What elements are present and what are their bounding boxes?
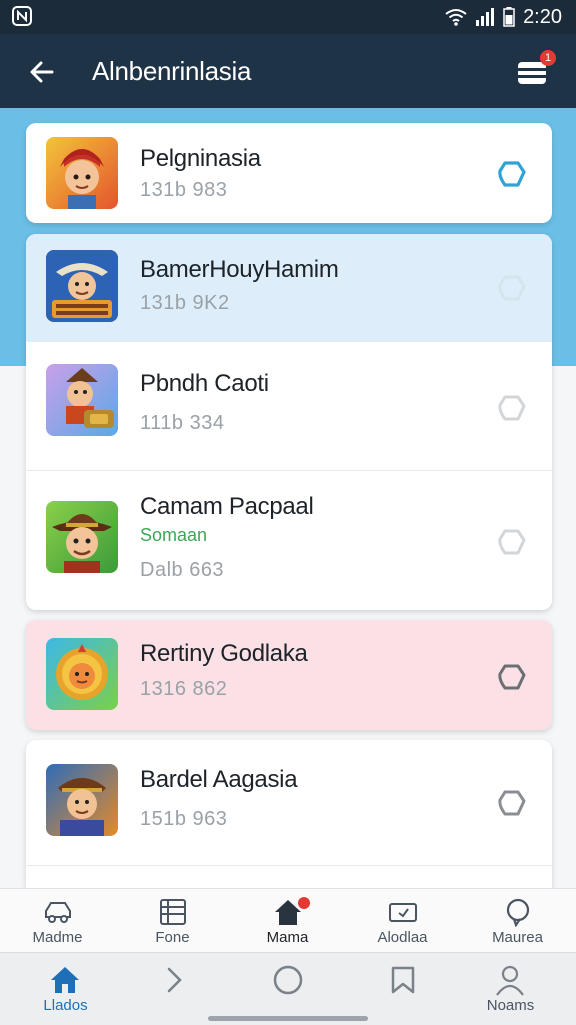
- item-subtitle: 131b 9K2: [140, 292, 230, 314]
- back-arrow-icon[interactable]: [24, 54, 60, 90]
- game-thumbnail: [46, 364, 118, 436]
- status-bar: 2:20: [0, 0, 576, 34]
- item-subtitle: 111b 334: [140, 412, 225, 434]
- notification-badge: 1: [540, 50, 556, 66]
- item-subtitle: 1316 862: [140, 678, 228, 700]
- nav-profile[interactable]: Noams: [453, 953, 568, 1025]
- list-item[interactable]: Pbndh Caoti 111b 334: [26, 342, 552, 470]
- tab-label: Maurea: [492, 929, 543, 946]
- app-bar: Alnbenrinlasia 1: [0, 34, 576, 108]
- tab-madme[interactable]: Madme: [0, 889, 115, 953]
- nfc-icon: [12, 6, 32, 26]
- adventurer-icon: [66, 368, 114, 428]
- list-item[interactable]: BamerHouyHamim 131b 9K2: [26, 234, 552, 342]
- car-icon: [45, 902, 71, 923]
- list-group: BamerHouyHamim 131b 9K2 Pbndh Caoti 111b…: [26, 234, 552, 610]
- nav-label: Noams: [486, 997, 535, 1014]
- notification-dot: [298, 897, 310, 909]
- chevron-right-icon: [167, 967, 182, 993]
- wifi-icon: [445, 9, 467, 26]
- chat-icon: [506, 898, 530, 927]
- nav-forward[interactable]: [117, 953, 232, 1025]
- game-thumbnail: [46, 638, 118, 710]
- bookmark-icon: [391, 966, 415, 994]
- list-icon: [160, 899, 186, 925]
- warrior-face-icon: [60, 149, 104, 209]
- nav-label: Llados: [43, 997, 88, 1014]
- list-item[interactable]: Camam Pacpaal Somaan Dalb 663: [26, 471, 552, 610]
- person-icon: [496, 965, 524, 996]
- item-title: Pelgninasia: [140, 145, 261, 172]
- nav-home-circle[interactable]: [231, 953, 346, 1025]
- tab-alodlaa[interactable]: Alodlaa: [345, 889, 460, 953]
- ticket-icon: [389, 903, 417, 922]
- tab-mama[interactable]: Mama: [230, 889, 345, 953]
- page-title: Alnbenrinlasia: [92, 56, 252, 86]
- game-thumbnail: [46, 501, 118, 573]
- radio-icon[interactable]: [496, 527, 526, 557]
- list-item[interactable]: Pelgninasia 131b 983: [26, 123, 552, 223]
- nav-bookmark[interactable]: [346, 953, 461, 1025]
- tab-label: Mama: [266, 929, 309, 946]
- cowboy-face-icon: [52, 514, 112, 573]
- pirate-face-icon: [58, 778, 106, 836]
- explorer-face-icon: [46, 250, 118, 322]
- list-item[interactable]: Rertiny Godlaka 1316 862: [26, 620, 552, 730]
- system-nav-bar: Llados Noams: [0, 952, 576, 1025]
- item-title: BamerHouyHamim: [140, 256, 339, 283]
- radio-icon[interactable]: [496, 273, 526, 303]
- item-title: Camam Pacpaal: [140, 493, 314, 520]
- game-thumbnail: [46, 137, 118, 209]
- list-item[interactable]: Bardel Aagasia 151b 963: [26, 740, 552, 888]
- radio-icon[interactable]: [496, 662, 526, 692]
- item-title: Rertiny Godlaka: [140, 640, 308, 667]
- item-subtitle: 151b 963: [140, 808, 228, 830]
- battery-icon: [503, 7, 515, 27]
- circle-icon: [273, 965, 303, 995]
- nav-home[interactable]: Llados: [8, 953, 123, 1025]
- tab-maurea[interactable]: Maurea: [460, 889, 575, 953]
- item-title: Bardel Aagasia: [140, 766, 298, 793]
- divider: [26, 865, 552, 866]
- bottom-tab-bar: Madme Fone Mama Alodlaa Maurea: [0, 888, 576, 953]
- item-title: Pbndh Caoti: [140, 370, 269, 397]
- tab-label: Madme: [32, 929, 83, 946]
- home-icon: [51, 967, 79, 993]
- item-subtitle: 131b 983: [140, 179, 228, 201]
- sun-medallion-icon: [56, 644, 108, 700]
- tab-fone[interactable]: Fone: [115, 889, 230, 953]
- game-thumbnail: [46, 764, 118, 836]
- item-subtitle: Dalb 663: [140, 559, 225, 581]
- clock: 2:20: [523, 5, 562, 28]
- signal-icon: [476, 8, 495, 26]
- item-tag: Somaan: [140, 525, 208, 545]
- tab-label: Fone: [155, 929, 190, 946]
- radio-icon[interactable]: [496, 393, 526, 423]
- selected-radio-icon[interactable]: [496, 159, 526, 189]
- tab-label: Alodlaa: [377, 929, 428, 946]
- game-thumbnail: [46, 250, 118, 322]
- radio-icon[interactable]: [496, 788, 526, 818]
- cart-button[interactable]: 1: [514, 50, 556, 92]
- home-indicator[interactable]: [208, 1016, 368, 1021]
